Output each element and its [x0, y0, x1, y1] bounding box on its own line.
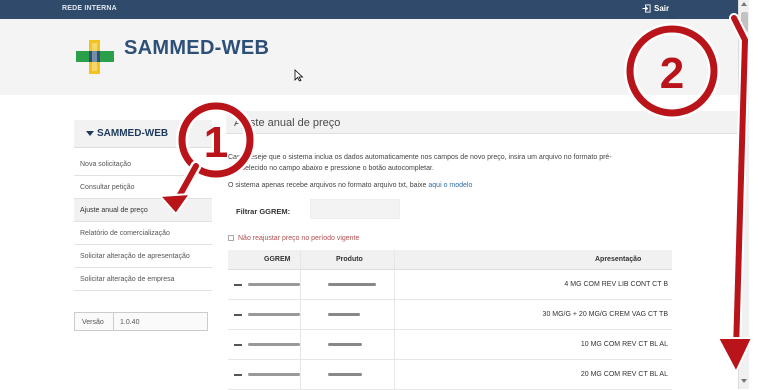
table-row[interactable]: 30 MG/G + 20 MG/G CREM VAG CT TB	[228, 300, 672, 330]
filter-ggrem-input[interactable]	[310, 199, 400, 219]
price-table: GGREM Produto Apresentação 4 MG COM REV …	[228, 250, 672, 390]
apresentacao-value: 10 MG COM REV CT BL AL	[580, 341, 668, 348]
sidebar-item-relatorio[interactable]: Relatório de comercialização	[74, 222, 212, 245]
ggrem-value-blurred	[234, 313, 300, 316]
apresentacao-value: 30 MG/G + 20 MG/G CREM VAG CT TB	[542, 311, 668, 318]
version-label: Versão	[82, 319, 104, 326]
produto-value-blurred	[328, 343, 362, 346]
column-divider	[300, 360, 301, 389]
panel-header: Ajuste anual de preço	[226, 111, 740, 134]
column-divider	[300, 270, 301, 299]
mouse-cursor-icon	[294, 69, 304, 82]
sidebar-item-nova-solicitacao[interactable]: Nova solicitação	[74, 153, 212, 176]
apresentacao-value: 4 MG COM REV LIB CONT CT B	[564, 281, 668, 288]
column-divider	[300, 250, 301, 269]
file-format-prefix: O sistema apenas recebe arquivos no form…	[228, 182, 427, 189]
col-ggrem-header[interactable]: GGREM	[264, 256, 290, 263]
version-divider	[113, 313, 114, 330]
table-row[interactable]: 4 MG COM REV LIB CONT CT B	[228, 270, 672, 300]
column-divider	[300, 300, 301, 329]
column-divider	[394, 250, 395, 269]
ggrem-value-blurred	[234, 343, 300, 346]
model-download-link[interactable]: aqui o modelo	[428, 182, 472, 189]
table-row[interactable]: 20 MG COM REV CT BL AL	[228, 360, 672, 390]
table-row[interactable]: 10 MG COM REV CT BL AL	[228, 330, 672, 360]
produto-value-blurred	[328, 373, 362, 376]
caret-down-icon	[86, 131, 94, 136]
col-apresentacao-header[interactable]: Apresentação	[595, 256, 641, 263]
instructions-text: Caso deseje que o sistema inclua os dado…	[228, 154, 612, 172]
network-label: REDE INTERNA	[62, 5, 117, 12]
brand-title[interactable]: SAMMED-WEB	[124, 37, 269, 60]
scroll-down-arrow-icon[interactable]	[741, 379, 747, 383]
sidebar-title: SAMMED-WEB	[97, 128, 169, 139]
sidebar-header[interactable]: SAMMED-WEB	[74, 120, 212, 148]
page-title: Ajuste anual de preço	[234, 117, 341, 129]
sidebar-item-consultar-peticao[interactable]: Consultar petição	[74, 176, 212, 199]
sidebar-item-alteracao-apresentacao[interactable]: Solicitar alteração de apresentação	[74, 245, 212, 268]
sidebar-menu: Nova solicitação Consultar petição Ajust…	[74, 153, 212, 291]
ggrem-value-blurred	[234, 283, 300, 286]
no-readjust-label: Não reajustar preço no período vigente	[238, 235, 360, 242]
produto-value-blurred	[328, 313, 360, 316]
logout-label: Sair	[654, 4, 670, 13]
filter-ggrem-label: Filtrar GGREM:	[236, 207, 291, 216]
logout-icon	[642, 4, 651, 13]
ggrem-value-blurred	[234, 373, 300, 376]
page-scrollbar[interactable]	[738, 0, 749, 389]
produto-value-blurred	[328, 283, 376, 286]
table-header: GGREM Produto Apresentação	[228, 250, 672, 270]
file-format-text: O sistema apenas recebe arquivos no form…	[228, 180, 638, 191]
scroll-thumb[interactable]	[741, 12, 748, 32]
no-readjust-checkbox[interactable]	[228, 235, 234, 241]
column-divider	[394, 360, 395, 389]
column-divider	[394, 300, 395, 329]
logout-button[interactable]: Sair	[642, 4, 669, 13]
sidebar-item-alteracao-empresa[interactable]: Solicitar alteração de empresa	[74, 268, 212, 291]
sammed-logo-icon	[76, 40, 114, 74]
column-divider	[300, 330, 301, 359]
top-bar: REDE INTERNA Sair	[0, 0, 740, 19]
col-produto-header[interactable]: Produto	[336, 256, 363, 263]
column-divider	[394, 330, 395, 359]
column-divider	[394, 270, 395, 299]
apresentacao-value: 20 MG COM REV CT BL AL	[580, 371, 668, 378]
scroll-up-arrow-icon[interactable]	[741, 2, 747, 6]
version-value: 1.0.40	[120, 319, 140, 326]
sidebar-item-ajuste-anual[interactable]: Ajuste anual de preço	[74, 199, 212, 222]
version-box: Versão 1.0.40	[74, 312, 208, 331]
